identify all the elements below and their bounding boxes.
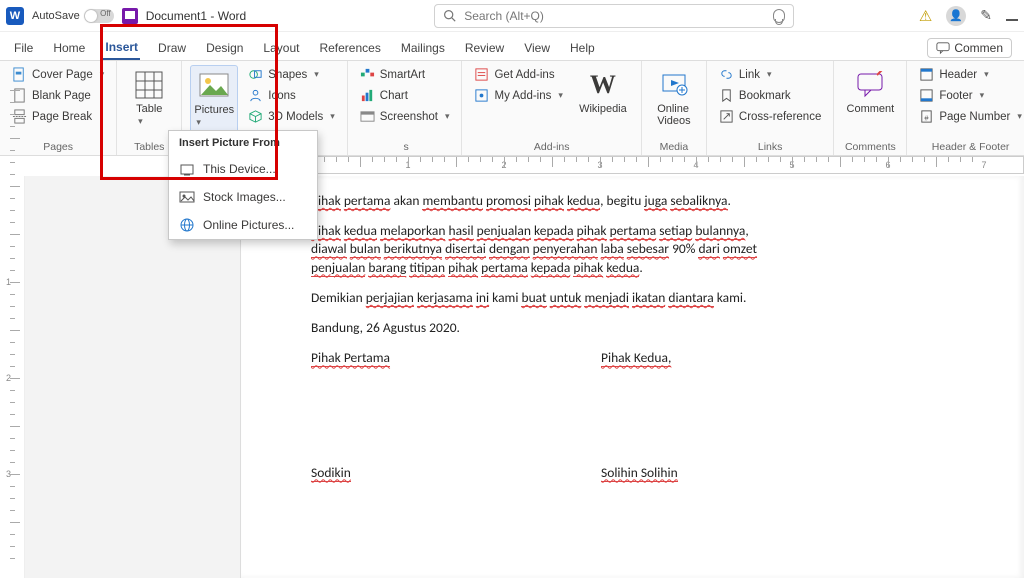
ruler-row: 1234567 [0, 156, 1024, 176]
table-button[interactable]: Table▾ [125, 65, 173, 131]
comment-button[interactable]: Comment [842, 65, 898, 119]
save-icon[interactable] [122, 8, 138, 24]
footer-button[interactable]: Footer▾ [915, 86, 1024, 105]
tab-design[interactable]: Design [204, 37, 245, 59]
pictures-dropdown: Insert Picture From This Device... Stock… [168, 130, 318, 240]
window-minimize[interactable] [1006, 11, 1018, 21]
tab-references[interactable]: References [317, 37, 382, 59]
horizontal-ruler[interactable]: 1234567 [305, 156, 1024, 174]
tab-review[interactable]: Review [463, 37, 506, 59]
group-label-hf: Header & Footer [915, 139, 1024, 155]
paragraph-4[interactable]: Bandung, 26 Agustus 2020. [311, 319, 990, 337]
group-label-addins: Add-ins [470, 139, 632, 155]
group-links: Link▾ Bookmark Cross-reference Links [707, 61, 834, 155]
smartart-button[interactable]: SmartArt [356, 65, 454, 84]
3d-models-button[interactable]: 3D Models▾ [244, 107, 339, 126]
shapes-button[interactable]: Shapes▾ [244, 65, 339, 84]
group-label-tables: Tables [125, 139, 173, 155]
online-videos-button[interactable]: Online Videos [650, 65, 698, 131]
group-headerfooter: Header▾ Footer▾ # Page Number▾ Header & … [907, 61, 1024, 155]
ink-icon[interactable]: ✎ [980, 7, 992, 24]
group-label-pages: Pages [8, 139, 108, 155]
autosave-switch[interactable]: Off [84, 9, 114, 23]
search-placeholder: Search (Alt+Q) [464, 9, 544, 23]
group-pages: Cover Page▾ Blank Page Page Break Pages [0, 61, 117, 155]
signature-titles[interactable]: Pihak Pertama Pihak Kedua, [311, 349, 990, 367]
group-smartart: SmartArt Chart Screenshot▾ s [348, 61, 463, 155]
svg-text:#: # [925, 113, 930, 122]
document-title: Document1 - Word [146, 9, 246, 23]
tab-view[interactable]: View [522, 37, 552, 59]
group-label-media: Media [650, 139, 698, 155]
tab-help[interactable]: Help [568, 37, 597, 59]
icons-button[interactable]: Icons [244, 86, 339, 105]
page-number-button[interactable]: # Page Number▾ [915, 107, 1024, 126]
header-button[interactable]: Header▾ [915, 65, 1024, 84]
vertical-ruler[interactable]: 123 [0, 176, 25, 578]
group-comments: Comment Comments [834, 61, 907, 155]
group-media: Online Videos Media [642, 61, 707, 155]
comment-icon [936, 41, 950, 55]
tab-layout[interactable]: Layout [261, 37, 301, 59]
page-canvas[interactable]: Pihak pertama akan membantu promosi piha… [240, 176, 1024, 578]
word-app-icon: W [6, 7, 24, 25]
comments-button[interactable]: Commen [927, 38, 1012, 58]
dropdown-stock-images[interactable]: Stock Images... [169, 183, 317, 211]
bookmark-button[interactable]: Bookmark [715, 86, 825, 105]
account-avatar[interactable]: 👤 [946, 6, 966, 26]
cover-page-button[interactable]: Cover Page▾ [8, 65, 108, 84]
mic-icon[interactable] [773, 9, 785, 23]
paragraph-1[interactable]: Pihak pertama akan membantu promosi piha… [311, 192, 990, 210]
sig2-name: Solihin Solihin [601, 464, 678, 482]
autosave-label: AutoSave [32, 10, 80, 22]
tab-home[interactable]: Home [51, 37, 87, 59]
autosave-toggle[interactable]: AutoSave Off [32, 9, 114, 23]
paragraph-3[interactable]: Demikian perjajian kerjasama ini kami bu… [311, 289, 990, 307]
sig2-title: Pihak Kedua, [601, 349, 671, 367]
warning-icon[interactable]: ⚠ [919, 7, 932, 25]
page-break-button[interactable]: Page Break [8, 107, 108, 126]
tab-draw[interactable]: Draw [156, 37, 188, 59]
document-area: 123 Pihak pertama akan membantu promosi … [0, 176, 1024, 578]
my-addins-button[interactable]: My Add-ins▾ [470, 86, 566, 105]
titlebar: W AutoSave Off Document1 - Word Search (… [0, 0, 1024, 32]
dropdown-this-device[interactable]: This Device... [169, 155, 317, 183]
wikipedia-button[interactable]: W Wikipedia [573, 65, 633, 119]
signature-names[interactable]: Sodikin Solihin Solihin [311, 464, 990, 482]
dropdown-online-pictures[interactable]: Online Pictures... [169, 211, 317, 239]
titlebar-right: ⚠ 👤 ✎ [919, 6, 1018, 26]
group-label-s: s [356, 139, 454, 155]
sig1-title: Pihak Pertama [311, 349, 390, 367]
get-addins-button[interactable]: Get Add-ins [470, 65, 566, 84]
menu-tabs: File Home Insert Draw Design Layout Refe… [0, 32, 1024, 60]
dropdown-header: Insert Picture From [169, 131, 317, 155]
search-input[interactable]: Search (Alt+Q) [434, 4, 794, 28]
tab-insert[interactable]: Insert [103, 36, 140, 60]
cross-reference-button[interactable]: Cross-reference [715, 107, 825, 126]
screenshot-button[interactable]: Screenshot▾ [356, 107, 454, 126]
ribbon: Cover Page▾ Blank Page Page Break Pages … [0, 60, 1024, 156]
chart-button[interactable]: Chart [356, 86, 454, 105]
sig1-name: Sodikin [311, 464, 351, 482]
group-label-comments: Comments [842, 139, 898, 155]
pictures-button[interactable]: Pictures▾ [190, 65, 238, 133]
tab-file[interactable]: File [12, 37, 35, 59]
tab-mailings[interactable]: Mailings [399, 37, 447, 59]
blank-page-button[interactable]: Blank Page [8, 86, 108, 105]
group-label-links: Links [715, 139, 825, 155]
paragraph-2[interactable]: Pihak kedua melaporkan hasil penjualan k… [311, 222, 990, 277]
search-icon [443, 9, 456, 22]
link-button[interactable]: Link▾ [715, 65, 825, 84]
comments-label: Commen [954, 41, 1003, 55]
group-addins: Get Add-ins My Add-ins▾ W Wikipedia Add-… [462, 61, 641, 155]
